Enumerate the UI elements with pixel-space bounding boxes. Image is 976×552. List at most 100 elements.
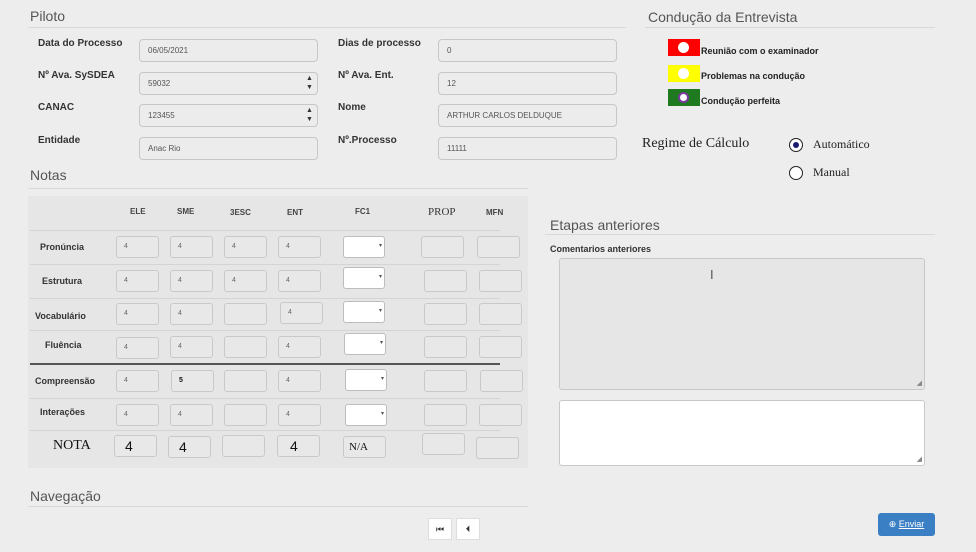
- nota-ele: 4: [114, 435, 157, 457]
- nota-prop: [422, 433, 465, 455]
- canac-label: CANAC: [38, 102, 75, 113]
- ele-cell[interactable]: 4: [116, 370, 159, 392]
- ele-cell[interactable]: 4: [116, 270, 159, 292]
- row-label-compreensao: Compreensão: [35, 376, 96, 386]
- etapas-divider: [545, 234, 935, 235]
- esc-cell[interactable]: [224, 303, 267, 325]
- sme-cell[interactable]: 4: [170, 303, 213, 325]
- canac-field[interactable]: 123455 ▲ ▼: [139, 104, 318, 127]
- esc-cell[interactable]: 4: [224, 270, 267, 292]
- col-sme: SME: [177, 207, 195, 216]
- nota-label: NOTA: [53, 438, 91, 453]
- col-prop: PROP: [428, 206, 456, 218]
- sme-cell[interactable]: 4: [170, 270, 213, 292]
- fc1-select[interactable]: [343, 236, 385, 258]
- navegacao-title: Navegação: [30, 488, 101, 504]
- notas-title: Notas: [30, 167, 67, 183]
- mfn-cell[interactable]: [480, 370, 523, 392]
- esc-cell[interactable]: [224, 370, 267, 392]
- legend-dot: [678, 68, 689, 79]
- ele-cell[interactable]: 4: [116, 303, 159, 325]
- ava-sysdea-field[interactable]: 59032 ▲ ▼: [139, 72, 318, 95]
- ent-cell[interactable]: 4: [278, 236, 321, 258]
- radio-manual[interactable]: [789, 166, 803, 180]
- regime-label: Regime de Cálculo: [642, 136, 750, 151]
- first-page-button[interactable]: ⏮: [428, 518, 452, 540]
- mfn-cell[interactable]: [479, 303, 522, 325]
- legend-red-swatch: [668, 39, 700, 56]
- esc-cell[interactable]: [224, 404, 267, 426]
- ele-cell[interactable]: 4: [116, 236, 159, 258]
- canac-value: 123455: [148, 111, 175, 120]
- processo-field[interactable]: 11111: [438, 137, 617, 160]
- mfn-cell[interactable]: [479, 336, 522, 358]
- mfn-cell[interactable]: [479, 404, 522, 426]
- col-mfn: MFN: [486, 208, 504, 217]
- piloto-title: Piloto: [30, 8, 66, 24]
- nome-field[interactable]: ARTHUR CARLOS DELDUQUE: [438, 104, 617, 127]
- ava-sysdea-label: Nº Ava. SySDEA: [38, 70, 115, 81]
- legend-reuniao: Reunião com o examinador: [701, 46, 819, 56]
- esc-cell[interactable]: [224, 336, 267, 358]
- dias-processo-field[interactable]: 0: [438, 39, 617, 62]
- navegacao-divider: [28, 506, 528, 507]
- ava-ent-field[interactable]: 12: [438, 72, 617, 95]
- sme-cell[interactable]: 4: [170, 236, 213, 258]
- row-divider: [30, 298, 500, 299]
- ent-cell[interactable]: 4: [278, 404, 321, 426]
- dias-processo-label: Dias de processo: [338, 38, 421, 49]
- esc-cell[interactable]: 4: [224, 236, 267, 258]
- prop-cell[interactable]: [424, 336, 467, 358]
- entidade-label: Entidade: [38, 135, 81, 146]
- nota-sme: 4: [168, 436, 211, 458]
- ent-cell[interactable]: 4: [278, 336, 321, 358]
- comentarios-anteriores-textarea[interactable]: I ◢: [559, 258, 925, 390]
- data-processo-field[interactable]: 06/05/2021: [139, 39, 318, 62]
- mfn-cell[interactable]: [477, 236, 520, 258]
- sme-cell[interactable]: 4: [170, 404, 213, 426]
- stepper-icon[interactable]: ▲ ▼: [305, 106, 314, 125]
- legend-green-swatch: [668, 89, 700, 106]
- ent-cell[interactable]: 4: [278, 270, 321, 292]
- prop-cell[interactable]: [424, 404, 467, 426]
- resize-grip-icon[interactable]: ◢: [917, 379, 922, 387]
- data-processo-label: Data do Processo: [38, 38, 123, 49]
- enviar-label: Enviar: [898, 519, 925, 529]
- row-divider: [30, 230, 500, 231]
- notas-divider: [28, 188, 528, 189]
- sme-cell[interactable]: 4: [170, 336, 213, 358]
- prop-cell[interactable]: [424, 303, 467, 325]
- fc1-select[interactable]: [343, 267, 385, 289]
- stepper-icon[interactable]: ▲ ▼: [305, 74, 314, 93]
- ava-ent-label: Nº Ava. Ent.: [338, 70, 394, 81]
- fc1-select[interactable]: [345, 404, 387, 426]
- arrow-circle-up-icon: ⊕: [888, 519, 897, 529]
- comentario-textarea[interactable]: ◢: [559, 400, 925, 466]
- prop-cell[interactable]: [421, 236, 464, 258]
- legend-problemas: Problemas na condução: [701, 71, 806, 81]
- ele-cell[interactable]: 4: [116, 337, 159, 359]
- prop-cell[interactable]: [424, 370, 467, 392]
- nota-mfn: [476, 437, 519, 459]
- prev-page-button[interactable]: ⏴: [456, 518, 480, 540]
- fc1-select[interactable]: [343, 301, 385, 323]
- row-label-pronuncia: Pronúncia: [40, 242, 85, 252]
- ent-cell[interactable]: 4: [278, 370, 321, 392]
- conducao-title: Condução da Entrevista: [648, 9, 798, 25]
- mfn-cell[interactable]: [479, 270, 522, 292]
- enviar-button[interactable]: ⊕ Enviar: [878, 513, 935, 536]
- text-cursor-icon: I: [710, 267, 714, 282]
- fc1-select[interactable]: [345, 369, 387, 391]
- ent-cell[interactable]: 4: [280, 302, 323, 324]
- ele-cell[interactable]: 4: [116, 404, 159, 426]
- radio-automatico[interactable]: [789, 138, 803, 152]
- fc1-select[interactable]: [344, 333, 386, 355]
- sme-cell[interactable]: 5: [171, 370, 214, 392]
- col-ele: ELE: [130, 207, 146, 216]
- nota-esc: [222, 435, 265, 457]
- row-label-fluencia: Fluência: [45, 340, 82, 350]
- resize-grip-icon[interactable]: ◢: [917, 455, 922, 463]
- nota-fc1: N/A: [343, 436, 386, 458]
- entidade-field[interactable]: Anac Rio: [139, 137, 318, 160]
- prop-cell[interactable]: [424, 270, 467, 292]
